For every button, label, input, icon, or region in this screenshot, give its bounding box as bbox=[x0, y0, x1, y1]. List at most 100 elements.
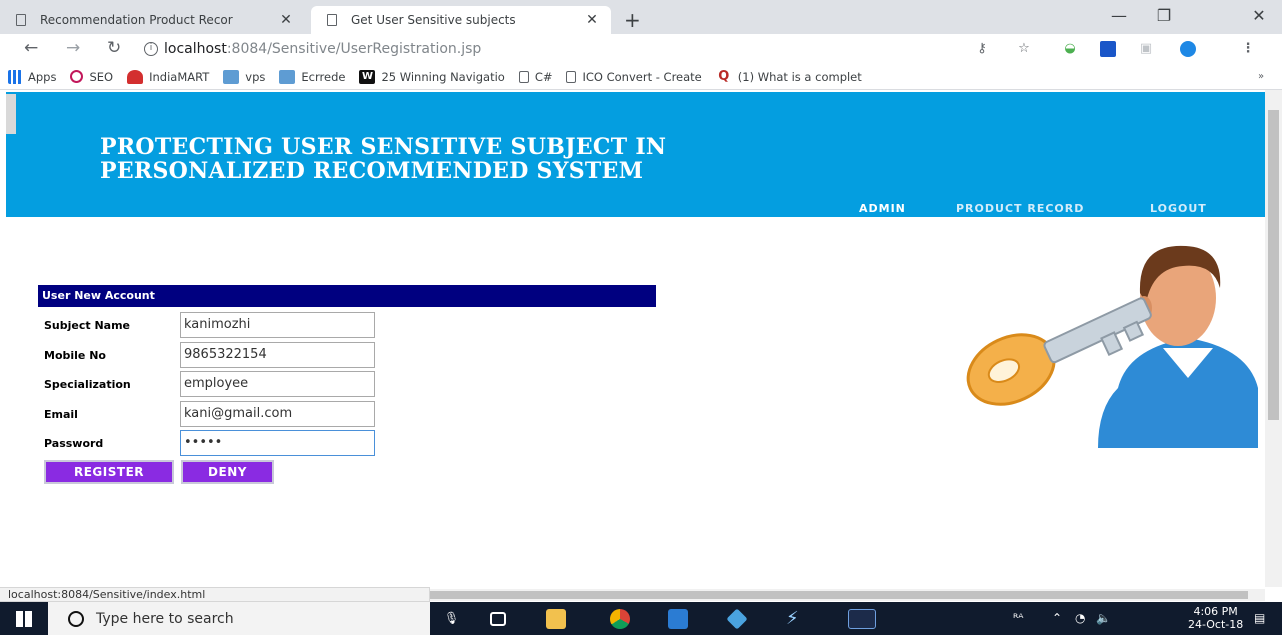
apps-grid-icon bbox=[8, 69, 22, 84]
bookmark-label: (1) What is a complet bbox=[737, 69, 862, 84]
search-placeholder: Type here to search bbox=[96, 610, 234, 627]
title-line-2: PERSONALIZED RECOMMENDED SYSTEM bbox=[100, 158, 644, 184]
bookmark-label: ICO Convert - Create bbox=[582, 69, 702, 84]
specialization-field[interactable]: employee bbox=[180, 371, 375, 397]
bookmark-indiamart[interactable]: IndiaMART bbox=[127, 69, 210, 84]
bookmarks-bar: Apps SEO IndiaMART vps Ecrrede W 25 Winn… bbox=[0, 64, 1282, 90]
bookmark-winning-navigation[interactable]: W 25 Winning Navigatio bbox=[359, 69, 505, 84]
forward-icon[interactable]: → bbox=[66, 38, 80, 58]
email-label: Email bbox=[44, 408, 78, 421]
window-close-icon[interactable]: ✕ bbox=[1236, 6, 1282, 25]
menu-icon[interactable]: ⋮ bbox=[1240, 41, 1256, 57]
bookmark-seo[interactable]: SEO bbox=[70, 70, 113, 84]
vps-icon bbox=[223, 69, 240, 84]
ecrrede-icon bbox=[279, 69, 296, 84]
subject-name-field[interactable]: kanimozhi bbox=[180, 312, 375, 338]
profile-avatar[interactable] bbox=[1180, 41, 1196, 57]
tab-get-user-sensitive[interactable]: Get User Sensitive subjects ✕ bbox=[311, 6, 611, 34]
browser-toolbar: ← → ↻ i localhost :8084/Sensitive/UserRe… bbox=[0, 34, 1282, 64]
nav-product-record-link[interactable]: PRODUCT RECORD bbox=[956, 202, 1084, 215]
bookmark-quora[interactable]: Q (1) What is a complet bbox=[716, 68, 862, 84]
extension-icon[interactable]: ◒ bbox=[1062, 41, 1078, 57]
chevron-up-icon[interactable]: ⌃ bbox=[1052, 611, 1062, 625]
bookmark-label: C# bbox=[534, 69, 553, 84]
address-bar[interactable]: i localhost :8084/Sensitive/UserRegistra… bbox=[140, 37, 940, 61]
notification-icon[interactable]: ▤ bbox=[1254, 611, 1265, 625]
bookmark-label: SEO bbox=[89, 69, 114, 84]
reload-icon[interactable]: ↻ bbox=[107, 38, 121, 58]
url-host: localhost bbox=[164, 41, 227, 57]
password-field[interactable]: ••••• bbox=[180, 430, 375, 456]
minimize-icon[interactable]: — bbox=[1096, 6, 1142, 25]
page-icon bbox=[518, 70, 529, 83]
people-icon[interactable]: ᴿᴬ bbox=[1013, 611, 1023, 625]
close-icon[interactable]: ✕ bbox=[277, 12, 295, 28]
bookmark-label: Apps bbox=[28, 69, 57, 84]
nav-admin-link[interactable]: ADMIN bbox=[859, 202, 906, 215]
bookmark-ecrrede[interactable]: Ecrrede bbox=[279, 69, 346, 84]
user-key-illustration bbox=[966, 245, 1258, 448]
scrollbar-thumb[interactable] bbox=[1268, 110, 1279, 420]
email-field[interactable]: kani@gmail.com bbox=[180, 401, 375, 427]
editor-app-icon[interactable] bbox=[668, 609, 688, 629]
browser-tab-strip: Recommendation Product Recor ✕ Get User … bbox=[0, 0, 1282, 34]
restore-icon[interactable]: ❐ bbox=[1141, 6, 1187, 25]
register-button[interactable]: REGISTER bbox=[44, 460, 174, 484]
close-icon[interactable]: ✕ bbox=[583, 12, 601, 28]
subject-name-label: Subject Name bbox=[44, 319, 131, 332]
bookmark-vps[interactable]: vps bbox=[223, 69, 266, 84]
bookmark-ico-convert[interactable]: ICO Convert - Create bbox=[566, 69, 702, 84]
bookmark-label: Ecrrede bbox=[301, 69, 346, 84]
star-icon[interactable]: ☆ bbox=[1016, 41, 1032, 57]
url-path: :8084/Sensitive/UserRegistration.jsp bbox=[226, 41, 482, 57]
bookmark-csharp[interactable]: C# bbox=[518, 69, 553, 84]
vertical-scrollbar[interactable] bbox=[1265, 90, 1282, 587]
tab-title: Get User Sensitive subjects bbox=[351, 13, 516, 27]
nav-logout-link[interactable]: LOGOUT bbox=[1150, 202, 1207, 215]
tab-title: Recommendation Product Recor bbox=[40, 13, 233, 27]
status-bar-url: localhost:8084/Sensitive/index.html bbox=[0, 587, 430, 602]
volume-icon[interactable]: 🔈 bbox=[1096, 611, 1111, 625]
microphone-icon[interactable]: 🎙 bbox=[444, 611, 459, 625]
wifi-icon[interactable]: ◔ bbox=[1075, 611, 1085, 625]
password-label: Password bbox=[44, 437, 104, 450]
extension-icon[interactable] bbox=[1100, 41, 1116, 57]
cortana-icon bbox=[68, 610, 84, 627]
chrome-icon[interactable] bbox=[610, 609, 630, 629]
word-icon: W bbox=[359, 69, 376, 84]
back-icon[interactable]: ← bbox=[24, 38, 38, 58]
page-icon bbox=[327, 14, 337, 26]
tab-recommendation-product[interactable]: Recommendation Product Recor ✕ bbox=[0, 6, 305, 34]
windows-start-icon[interactable] bbox=[16, 611, 32, 627]
file-explorer-icon[interactable] bbox=[546, 609, 566, 629]
windows-taskbar: Type here to search 🎙 ⚡ ᴿᴬ ⌃ ◔ 🔈 4:06 PM… bbox=[0, 602, 1282, 635]
bookmark-label: 25 Winning Navigatio bbox=[381, 69, 505, 84]
scrollbar-thumb[interactable] bbox=[430, 591, 1248, 599]
taskbar-clock[interactable]: 4:06 PM 24-Oct-18 bbox=[1188, 605, 1243, 631]
more-bookmarks-icon[interactable]: » bbox=[1258, 71, 1264, 82]
page-icon bbox=[566, 70, 577, 83]
lightning-app-icon[interactable]: ⚡ bbox=[786, 609, 806, 629]
indiamart-icon bbox=[127, 69, 144, 84]
extension-icon[interactable]: ▣ bbox=[1138, 41, 1154, 57]
info-icon[interactable]: i bbox=[144, 42, 158, 56]
deny-button[interactable]: DENY bbox=[181, 460, 274, 484]
quora-icon: Q bbox=[718, 68, 730, 84]
mysql-app-icon[interactable] bbox=[848, 609, 876, 629]
bookmark-label: IndiaMART bbox=[149, 69, 210, 84]
page-title: PROTECTING USER SENSITIVE SUBJECT IN PER… bbox=[100, 135, 666, 183]
task-view-icon[interactable] bbox=[490, 612, 506, 626]
key-icon[interactable]: ⚷ bbox=[974, 41, 990, 57]
banner-edge bbox=[6, 94, 16, 134]
page-icon bbox=[16, 14, 26, 26]
form-heading: User New Account bbox=[38, 285, 656, 307]
title-line-1: PROTECTING USER SENSITIVE SUBJECT IN bbox=[100, 134, 667, 160]
mobile-no-field[interactable]: 9865322154 bbox=[180, 342, 375, 368]
horizontal-scrollbar[interactable] bbox=[430, 589, 1265, 601]
bookmark-label: vps bbox=[245, 69, 266, 84]
virtualbox-icon[interactable] bbox=[726, 608, 748, 630]
bookmark-apps[interactable]: Apps bbox=[8, 69, 57, 84]
taskbar-search-box[interactable]: Type here to search bbox=[48, 602, 430, 635]
new-tab-button[interactable]: + bbox=[624, 8, 641, 32]
seo-icon bbox=[70, 70, 84, 83]
